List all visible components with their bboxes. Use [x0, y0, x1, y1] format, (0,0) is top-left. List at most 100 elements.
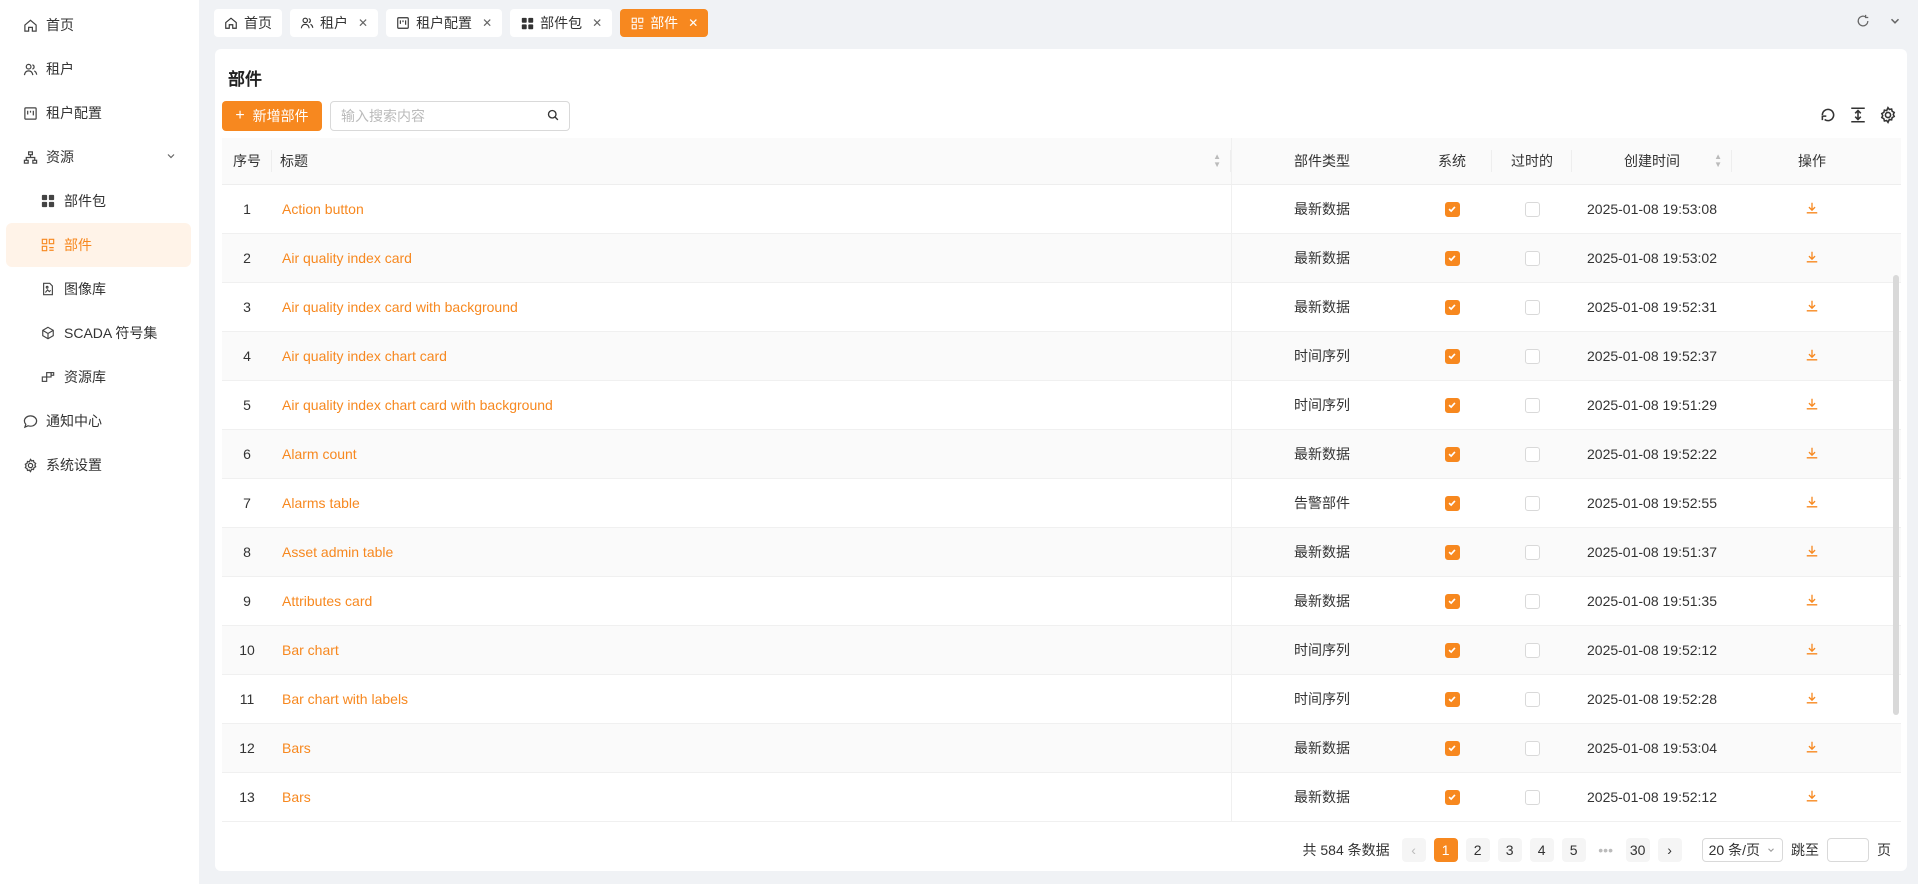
close-icon[interactable]: ✕ [688, 16, 698, 30]
search-icon[interactable] [547, 108, 559, 124]
cell-title-link[interactable]: Air quality index card with background [272, 283, 1232, 331]
cell-title-link[interactable]: Air quality index chart card with backgr… [272, 381, 1232, 429]
sidebar-item-label: 系统设置 [46, 457, 102, 473]
tab-home[interactable]: 首页 [214, 9, 282, 37]
cell-title-link[interactable]: Alarms table [272, 479, 1232, 527]
prev-page-button[interactable]: ‹ [1401, 838, 1426, 862]
cell-title-link[interactable]: Air quality index chart card [272, 332, 1232, 380]
cell-title-link[interactable]: Action button [272, 185, 1232, 233]
sidebar-item-tenants[interactable]: 租户 [0, 47, 199, 91]
density-icon[interactable] [1849, 106, 1867, 127]
sidebar-item-resource-library[interactable]: 资源库 [0, 355, 199, 399]
sidebar-item-widgets[interactable]: 部件 [6, 223, 191, 267]
system-checkbox[interactable] [1444, 789, 1460, 805]
cell-type: 最新数据 [1294, 593, 1350, 609]
add-widget-button[interactable]: + 新增部件 [222, 101, 322, 131]
download-icon[interactable] [1805, 201, 1819, 218]
sidebar-item-image-gallery[interactable]: 图像库 [0, 267, 199, 311]
page-2-button[interactable]: 2 [1465, 838, 1490, 862]
search-input[interactable] [341, 108, 547, 124]
sort-icon[interactable]: ▲ ▼ [1213, 153, 1221, 169]
download-icon[interactable] [1805, 642, 1819, 659]
download-icon[interactable] [1805, 691, 1819, 708]
download-icon[interactable] [1805, 299, 1819, 316]
page-ellipsis[interactable]: ••• [1594, 838, 1618, 862]
cell-title-link[interactable]: Asset admin table [272, 528, 1232, 576]
system-checkbox[interactable] [1444, 348, 1460, 364]
page-5-button[interactable]: 5 [1561, 838, 1586, 862]
download-icon[interactable] [1805, 495, 1819, 512]
tab-tenants[interactable]: 租户 ✕ [290, 9, 379, 37]
deprecated-checkbox[interactable] [1524, 348, 1540, 364]
system-checkbox[interactable] [1444, 299, 1460, 315]
system-checkbox[interactable] [1444, 201, 1460, 217]
page-4-button[interactable]: 4 [1529, 838, 1554, 862]
sort-icon[interactable]: ▲ ▼ [1714, 153, 1722, 169]
system-checkbox[interactable] [1444, 593, 1460, 609]
cell-title-link[interactable]: Bar chart with labels [272, 675, 1232, 723]
deprecated-checkbox[interactable] [1524, 691, 1540, 707]
cell-actions [1732, 381, 1892, 429]
download-icon[interactable] [1805, 544, 1819, 561]
deprecated-checkbox[interactable] [1524, 642, 1540, 658]
deprecated-checkbox[interactable] [1524, 201, 1540, 217]
sidebar-item-tenant-config[interactable]: 租户配置 [0, 91, 199, 135]
deprecated-checkbox[interactable] [1524, 299, 1540, 315]
download-icon[interactable] [1805, 348, 1819, 365]
deprecated-checkbox[interactable] [1524, 397, 1540, 413]
cell-title-link[interactable]: Bars [272, 773, 1232, 821]
tab-widgets[interactable]: 部件 ✕ [620, 9, 709, 37]
sidebar-item-notifications[interactable]: 通知中心 [0, 399, 199, 443]
chevron-down-icon[interactable] [1888, 14, 1902, 31]
sidebar-item-resources[interactable]: 资源 [0, 135, 199, 179]
sidebar-item-home[interactable]: 首页 [0, 3, 199, 47]
deprecated-checkbox[interactable] [1524, 544, 1540, 560]
page-1-button[interactable]: 1 [1433, 838, 1458, 862]
gear-icon[interactable] [1879, 106, 1897, 127]
cell-title-link[interactable]: Alarm count [272, 430, 1232, 478]
deprecated-checkbox[interactable] [1524, 789, 1540, 805]
system-checkbox[interactable] [1444, 397, 1460, 413]
system-checkbox[interactable] [1444, 642, 1460, 658]
cell-title-link[interactable]: Air quality index card [272, 234, 1232, 282]
tab-tenant-config[interactable]: 租户配置 ✕ [386, 9, 503, 37]
next-page-button[interactable]: › [1657, 838, 1682, 862]
jump-page-input[interactable] [1827, 838, 1869, 862]
header-created[interactable]: 创建时间 ▲ ▼ [1572, 138, 1732, 184]
system-checkbox[interactable] [1444, 495, 1460, 511]
cell-title-link[interactable]: Bar chart [272, 626, 1232, 674]
sidebar-item-scada-symbols[interactable]: SCADA 符号集 [0, 311, 199, 355]
header-title[interactable]: 标题 ▲ ▼ [272, 138, 1232, 184]
page-last-button[interactable]: 30 [1625, 838, 1650, 862]
close-icon[interactable]: ✕ [482, 16, 492, 30]
deprecated-checkbox[interactable] [1524, 446, 1540, 462]
cell-title-link[interactable]: Attributes card [272, 577, 1232, 625]
system-checkbox[interactable] [1444, 544, 1460, 560]
sidebar-item-system-settings[interactable]: 系统设置 [0, 443, 199, 487]
download-icon[interactable] [1805, 250, 1819, 267]
system-checkbox[interactable] [1444, 740, 1460, 756]
download-icon[interactable] [1805, 593, 1819, 610]
download-icon[interactable] [1805, 740, 1819, 757]
download-icon[interactable] [1805, 397, 1819, 414]
download-icon[interactable] [1805, 789, 1819, 806]
deprecated-checkbox[interactable] [1524, 495, 1540, 511]
sidebar-item-widget-bundles[interactable]: 部件包 [0, 179, 199, 223]
tab-widget-bundles[interactable]: 部件包 ✕ [510, 9, 613, 37]
system-checkbox[interactable] [1444, 446, 1460, 462]
close-icon[interactable]: ✕ [358, 16, 368, 30]
cell-title-link[interactable]: Bars [272, 724, 1232, 772]
reload-icon[interactable] [1856, 14, 1870, 31]
download-icon[interactable] [1805, 446, 1819, 463]
deprecated-checkbox[interactable] [1524, 250, 1540, 266]
scrollbar[interactable] [1893, 275, 1899, 715]
deprecated-checkbox[interactable] [1524, 740, 1540, 756]
system-checkbox[interactable] [1444, 250, 1460, 266]
page-size-select[interactable]: 20 条/页 [1701, 838, 1783, 862]
system-checkbox[interactable] [1444, 691, 1460, 707]
table-row: 12 Bars 最新数据 2025-01-08 19:53:04 [222, 724, 1901, 773]
close-icon[interactable]: ✕ [592, 16, 602, 30]
refresh-icon[interactable] [1819, 106, 1837, 127]
deprecated-checkbox[interactable] [1524, 593, 1540, 609]
page-3-button[interactable]: 3 [1497, 838, 1522, 862]
